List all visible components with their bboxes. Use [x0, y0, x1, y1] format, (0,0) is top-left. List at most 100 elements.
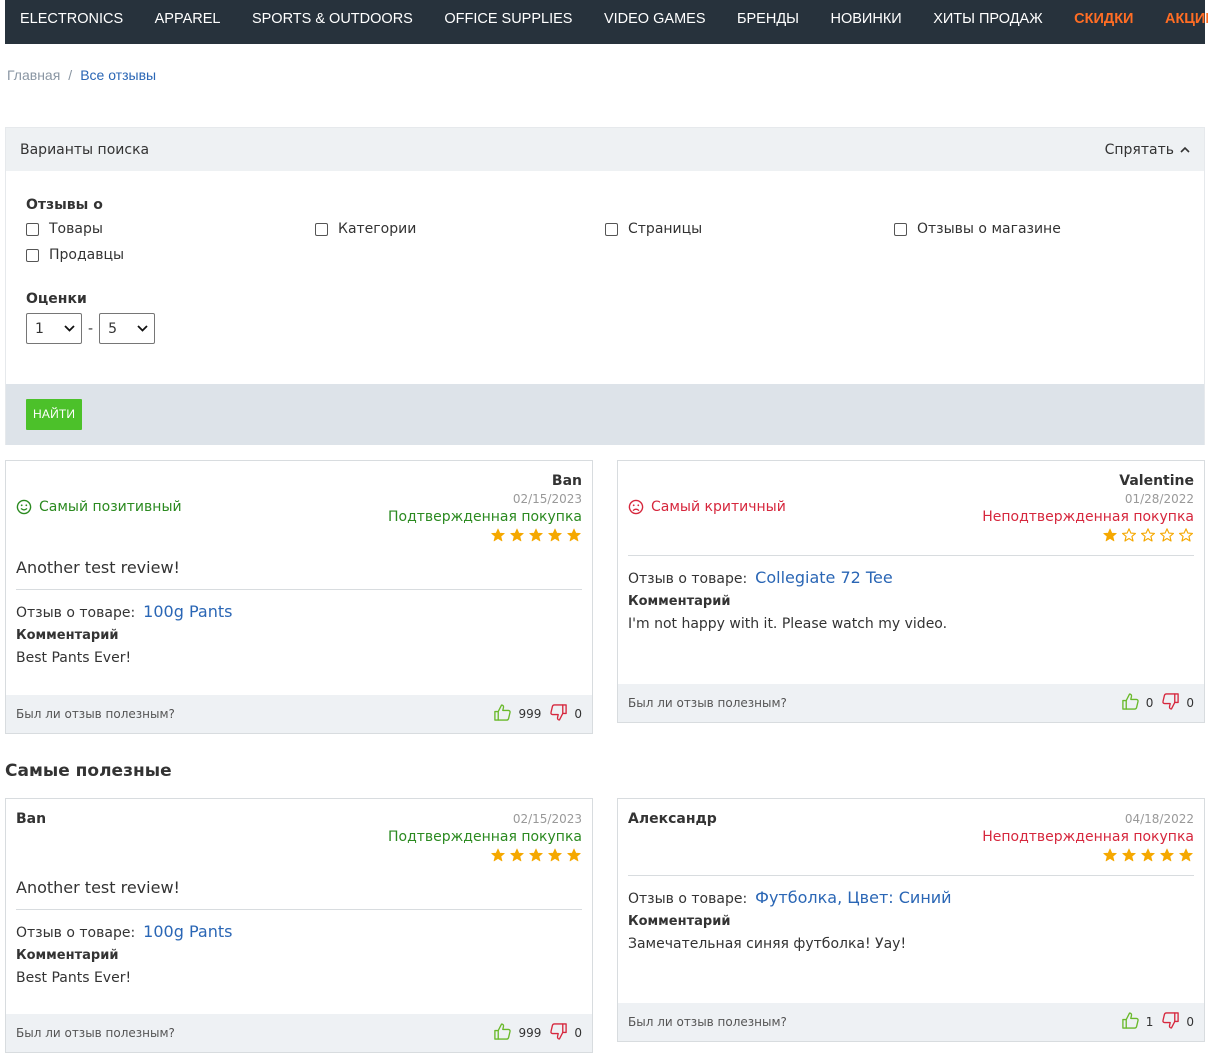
nav-item-new[interactable]: НОВИНКИ: [831, 12, 902, 27]
search-options-panel: Варианты поиска Спрятать Отзывы о Товары…: [5, 127, 1205, 445]
checkbox-products[interactable]: Товары: [26, 221, 315, 237]
thumbs-down-icon[interactable]: [1161, 1011, 1180, 1033]
breadcrumb-current[interactable]: Все отзывы: [80, 67, 156, 83]
rating-stars: [982, 528, 1194, 542]
rating-to-value: 5: [108, 320, 117, 337]
helpful-review-card: Ban 02/15/2023 Подтвержденная покупка An…: [5, 798, 593, 1053]
reviews-about-label: Отзывы о: [26, 197, 103, 213]
verified-purchase-label: Подтвержденная покупка: [388, 509, 582, 525]
divider: [628, 875, 1194, 876]
breadcrumb: Главная / Все отзывы: [7, 67, 156, 83]
star-icon: [1178, 528, 1193, 542]
hide-toggle[interactable]: Спрятать: [1105, 142, 1190, 158]
range-dash: -: [88, 320, 94, 337]
review-date: 02/15/2023: [512, 812, 582, 826]
checkbox-box[interactable]: [26, 248, 39, 262]
nav-item-discounts[interactable]: СКИДКИ: [1074, 12, 1133, 27]
review-about-label: Отзыв о товаре:: [16, 605, 136, 621]
star-icon: [567, 528, 581, 542]
checkbox-box[interactable]: [894, 222, 907, 236]
star-icon: [510, 528, 524, 542]
comment-label: Комментарий: [628, 594, 731, 609]
checkbox-box[interactable]: [315, 222, 328, 236]
thumbs-down-icon[interactable]: [549, 1022, 568, 1044]
review-about: Отзыв о товаре: Collegiate 72 Tee: [628, 568, 1194, 587]
checkbox-categories[interactable]: Категории: [315, 221, 605, 237]
likes-count: 1: [1145, 1015, 1154, 1029]
likes-count: 0: [1145, 696, 1154, 710]
product-link[interactable]: 100g Pants: [143, 922, 232, 941]
dislikes-count: 0: [1186, 696, 1194, 710]
product-link[interactable]: Collegiate 72 Tee: [755, 568, 893, 587]
nav-item-bestsellers[interactable]: ХИТЫ ПРОДАЖ: [933, 12, 1042, 27]
rating-stars: [982, 848, 1194, 862]
search-options-header: Варианты поиска Спрятать: [6, 128, 1204, 171]
divider: [16, 909, 582, 910]
review-author: Valentine: [1119, 473, 1194, 489]
comment-label: Комментарий: [16, 948, 119, 963]
review-comment: Замечательная синяя футболка! Уау!: [628, 936, 907, 952]
review-date: 04/18/2022: [1124, 812, 1194, 826]
thumbs-down-icon[interactable]: [549, 703, 568, 725]
nav-item-apparel[interactable]: APPAREL: [155, 12, 221, 27]
nav-item-office-supplies[interactable]: OFFICE SUPPLIES: [444, 12, 572, 27]
unverified-purchase-label: Неподтвержденная покупка: [982, 829, 1194, 845]
checkbox-label: Товары: [49, 221, 103, 237]
breadcrumb-home-link[interactable]: Главная: [7, 67, 60, 83]
review-title: Another test review!: [16, 558, 180, 577]
nav-item-video-games[interactable]: VIDEO GAMES: [604, 12, 706, 27]
thumbs-up-icon[interactable]: [1121, 692, 1140, 714]
unverified-purchase-label: Неподтвержденная покупка: [982, 509, 1194, 525]
review-author: Александр: [628, 811, 717, 827]
nav-item-promotions[interactable]: АКЦИИ: [1165, 12, 1208, 27]
rating-to-select[interactable]: 5: [99, 313, 156, 344]
star-icon: [1179, 848, 1193, 862]
most-critical-badge: Самый критичный: [628, 471, 786, 542]
nav-item-electronics[interactable]: ELECTRONICS: [20, 12, 123, 27]
product-link[interactable]: 100g Pants: [143, 602, 232, 621]
dislikes-count: 0: [574, 707, 582, 721]
checkbox-box[interactable]: [26, 222, 39, 236]
frown-icon: [628, 499, 644, 514]
product-link[interactable]: Футболка, Цвет: Синий: [755, 888, 951, 907]
checkbox-box[interactable]: [605, 222, 618, 236]
rating-from-select[interactable]: 1: [26, 313, 82, 344]
star-icon: [1103, 528, 1117, 542]
checkbox-pages[interactable]: Страницы: [605, 221, 894, 237]
most-helpful-heading: Самые полезные: [5, 761, 172, 781]
checkbox-store-reviews[interactable]: Отзывы о магазине: [894, 221, 1194, 237]
review-comment: I'm not happy with it. Please watch my v…: [628, 616, 948, 632]
review-footer: Был ли отзыв полезным? 999 0: [6, 1014, 592, 1052]
breadcrumb-separator: /: [68, 67, 73, 83]
review-about-label: Отзыв о товаре:: [16, 925, 136, 941]
thumbs-up-icon[interactable]: [493, 703, 512, 725]
checkbox-vendors[interactable]: Продавцы: [26, 247, 315, 263]
thumbs-down-icon[interactable]: [1161, 692, 1180, 714]
search-options-body: Отзывы о Товары Категории Страницы Отзыв…: [6, 171, 1204, 384]
votes: 1 0: [1121, 1011, 1194, 1033]
smile-icon: [16, 499, 32, 514]
find-button[interactable]: НАЙТИ: [26, 399, 83, 430]
review-comment: Best Pants Ever!: [16, 650, 132, 666]
likes-count: 999: [518, 1026, 542, 1040]
nav-item-sports-outdoors[interactable]: SPORTS & OUTDOORS: [252, 12, 413, 27]
reviews-about-checkboxes: Товары Категории Страницы Отзывы о магаз…: [26, 221, 1184, 263]
star-icon: [1141, 848, 1155, 862]
helpful-question: Был ли отзыв полезным?: [16, 1026, 175, 1040]
review-about: Отзыв о товаре: 100g Pants: [16, 602, 582, 621]
checkbox-label: Категории: [338, 221, 417, 237]
review-title: Another test review!: [16, 878, 180, 897]
most-positive-review-card: Самый позитивный Ban 02/15/2023 Подтверж…: [5, 460, 593, 734]
star-icon: [1140, 528, 1155, 542]
star-icon: [529, 848, 543, 862]
checkbox-label: Страницы: [628, 221, 703, 237]
star-icon: [491, 528, 505, 542]
chevron-down-icon: [64, 325, 75, 332]
votes: 999 0: [493, 1022, 582, 1044]
thumbs-up-icon[interactable]: [1121, 1011, 1140, 1033]
thumbs-up-icon[interactable]: [493, 1022, 512, 1044]
helpful-question: Был ли отзыв полезным?: [16, 707, 175, 721]
star-icon: [1121, 528, 1136, 542]
most-positive-badge: Самый позитивный: [16, 471, 182, 542]
nav-item-brands[interactable]: БРЕНДЫ: [737, 12, 799, 27]
